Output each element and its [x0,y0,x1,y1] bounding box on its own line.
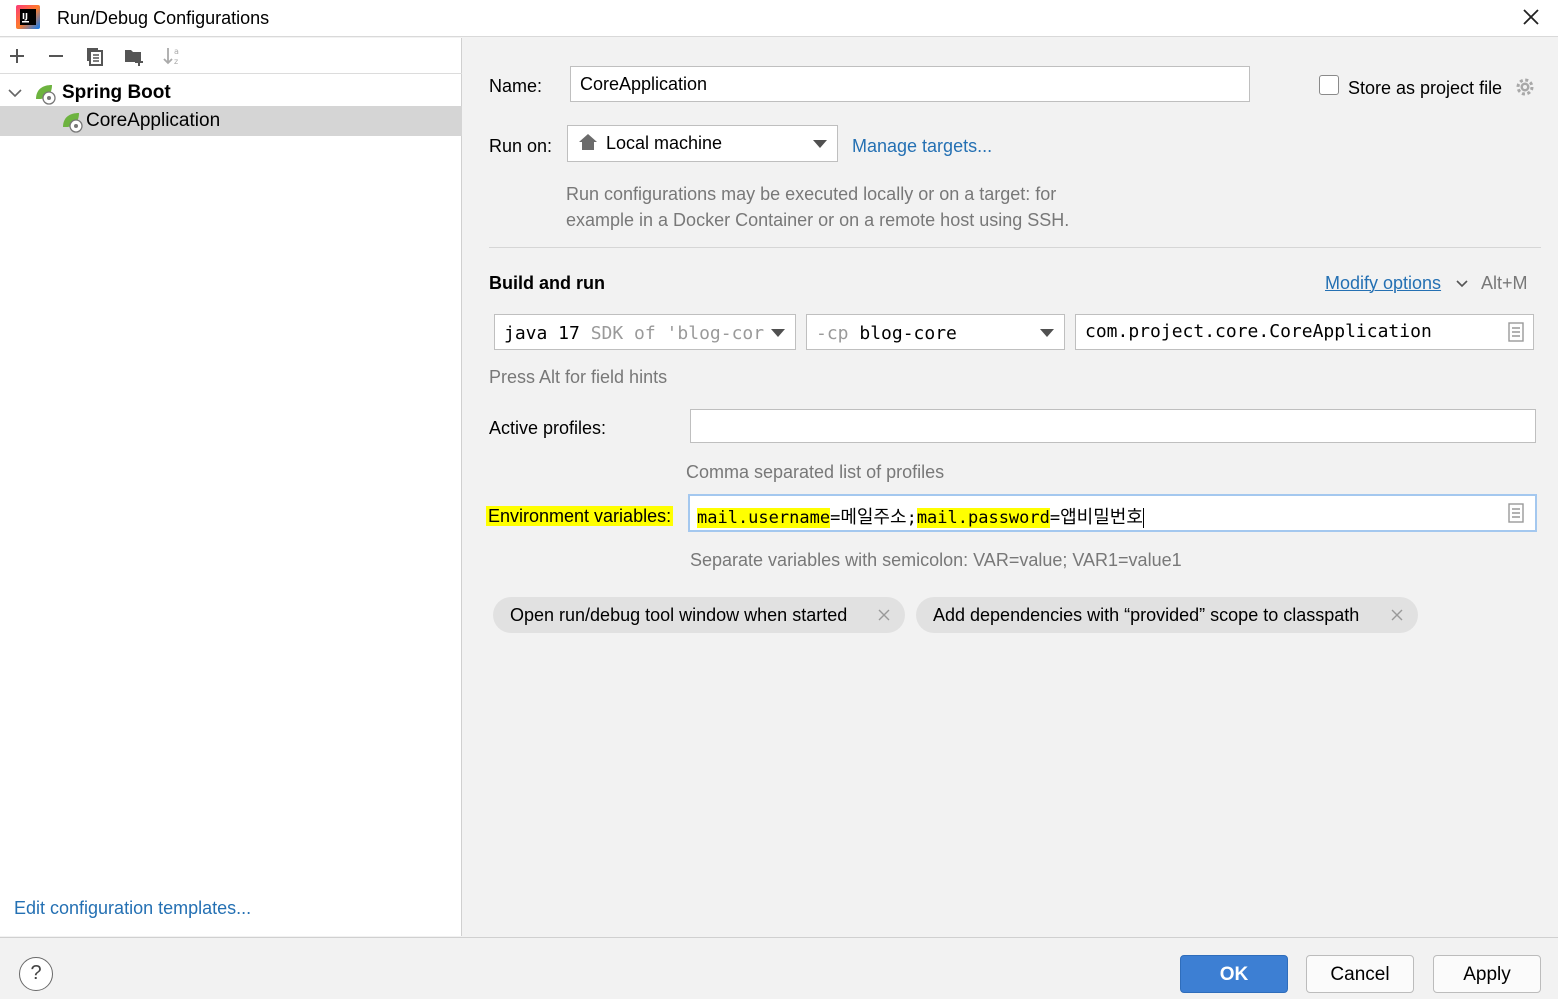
alt-hint: Press Alt for field hints [489,367,668,387]
edit-variables-icon[interactable] [1507,503,1525,523]
configuration-tree-panel: az Spring Boot CoreApplication Edit conf… [0,38,462,936]
add-icon[interactable] [5,44,29,68]
jdk-select[interactable]: java 17 SDK of 'blog-cor [494,314,796,350]
tree-group-label: Spring Boot [62,82,171,103]
chevron-down-icon[interactable] [1455,278,1469,290]
classpath-prefix: -cp [816,323,849,344]
env-hint: Separate variables with semicolon: VAR=v… [690,550,1182,570]
remove-icon[interactable] [44,44,68,68]
chevron-down-icon [771,329,785,337]
gear-icon[interactable] [1514,76,1536,98]
svg-text:IJ: IJ [22,12,28,21]
run-on-hint-line1: Run configurations may be executed local… [566,184,1057,204]
ok-button[interactable]: OK [1180,955,1288,993]
env-variables-field[interactable]: mail.username=메일주소;mail.password=앱비밀번호 [688,494,1537,532]
profiles-label: Active profiles: [489,418,607,438]
tree-item-coreapplication[interactable]: CoreApplication [0,106,462,136]
env-key-1: mail.username [697,508,831,528]
folder-add-icon[interactable] [122,44,146,68]
run-on-label: Run on: [489,136,553,156]
env-eq-2: = [1049,508,1061,528]
close-icon[interactable] [1518,4,1544,30]
name-label: Name: [489,76,543,96]
classpath-select[interactable]: -cp blog-core [806,314,1065,350]
run-on-select[interactable]: Local machine [567,125,838,162]
chevron-down-icon [813,140,827,148]
manage-targets-link[interactable]: Manage targets... [852,136,992,157]
env-eq-1: = [830,508,841,528]
section-title: Build and run [489,273,605,293]
cancel-button[interactable]: Cancel [1306,955,1414,993]
store-as-project-file-label[interactable]: Store as project file [1348,78,1502,99]
env-key-2: mail.password [916,508,1050,528]
spring-boot-icon [36,85,56,105]
home-icon [579,134,597,150]
configuration-form: Name: CoreApplication Store as project f… [463,38,1558,936]
jdk-hint: SDK of 'blog-cor [590,323,764,344]
env-label-text: Environment variables: [486,506,674,526]
tree-group-spring-boot[interactable]: Spring Boot [0,78,462,108]
spring-boot-app-icon [63,113,83,133]
help-button[interactable]: ? [19,957,53,991]
copy-icon[interactable] [83,44,107,68]
intellij-logo-icon: IJ [16,5,40,29]
env-val-2: 앱비밀번호 [1060,507,1143,527]
main-class-field[interactable]: com.project.core.CoreApplication [1075,314,1534,350]
sort-icon: az [163,47,179,66]
svg-text:a: a [174,47,179,56]
close-icon[interactable] [1390,608,1404,622]
profiles-field[interactable] [690,409,1536,443]
browse-icon[interactable] [1507,322,1525,342]
chevron-down-icon [1040,329,1054,337]
title-bar: IJ Run/Debug Configurations [0,0,1558,37]
chip-provided-scope[interactable]: Add dependencies with “provided” scope t… [916,597,1418,633]
edit-templates-link[interactable]: Edit configuration templates... [14,898,251,919]
tree-item-label: CoreApplication [86,110,221,131]
env-val-1: 메일주소 [840,507,907,527]
name-value: CoreApplication [580,74,708,94]
name-field[interactable]: CoreApplication [570,66,1250,102]
tree-toolbar: az [0,38,462,74]
close-icon[interactable] [877,608,891,622]
chip-label: Add dependencies with “provided” scope t… [933,605,1360,625]
store-as-project-file-checkbox[interactable] [1319,75,1339,95]
window-title: Run/Debug Configurations [57,8,270,28]
divider [489,247,1541,248]
run-on-value: Local machine [606,133,723,153]
env-label: Environment variables: [486,506,674,527]
apply-button[interactable]: Apply [1433,955,1541,993]
profiles-hint: Comma separated list of profiles [686,462,945,482]
modify-options-link[interactable]: Modify options [1325,273,1441,294]
modify-options-shortcut: Alt+M [1481,273,1528,293]
chip-open-tool-window[interactable]: Open run/debug tool window when started [493,597,905,633]
dialog-footer: ? OK Cancel Apply [0,937,1558,999]
chevron-down-icon[interactable] [6,84,24,102]
chip-label: Open run/debug tool window when started [510,605,848,625]
env-sep: ; [906,508,917,528]
jdk-version: java 17 [504,323,580,344]
svg-text:z: z [174,57,178,66]
text-cursor [1142,508,1144,529]
classpath-value: blog-core [859,323,957,344]
run-on-hint-line2: example in a Docker Container or on a re… [566,210,1070,230]
main-class-value: com.project.core.CoreApplication [1085,321,1432,342]
